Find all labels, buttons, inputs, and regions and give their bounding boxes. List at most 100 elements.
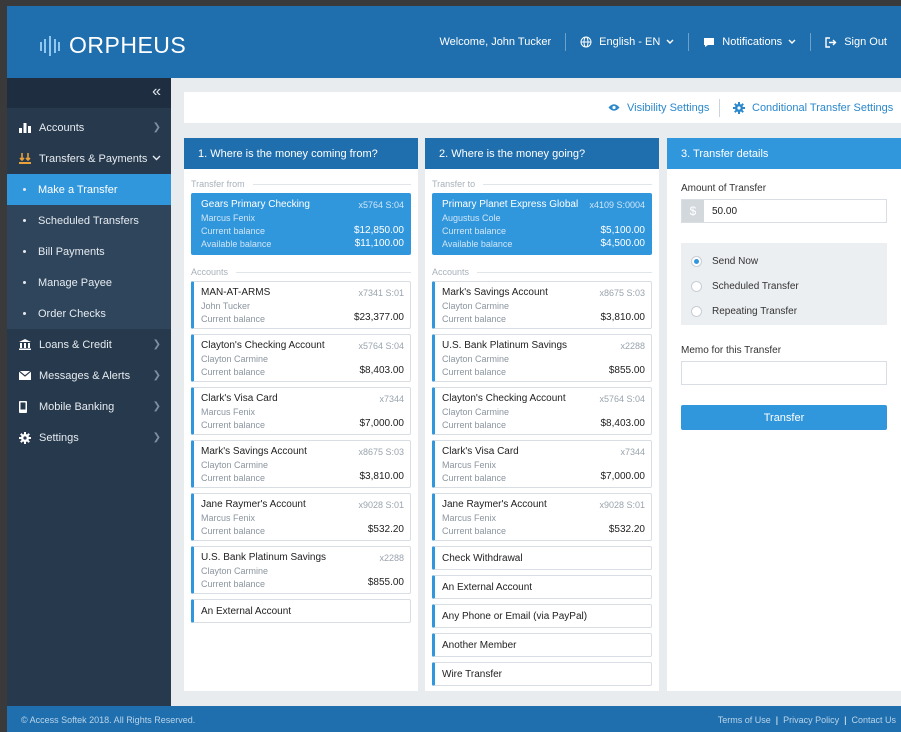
- bullet: [23, 219, 26, 222]
- option-label: Wire Transfer: [442, 668, 503, 680]
- external-account-option[interactable]: An External Account: [191, 599, 411, 623]
- sidebar-subitem-make-transfer[interactable]: Make a Transfer: [7, 174, 171, 205]
- radio-label: Repeating Transfer: [712, 306, 798, 317]
- account-card[interactable]: MAN-AT-ARMS x7341 S:01 John Tucker Current …: [191, 281, 411, 329]
- account-card[interactable]: Clark's Visa Card x7344 Marcus Fenix Curren…: [432, 440, 652, 488]
- chat-bubble-icon: [704, 37, 715, 47]
- subitem-label: Order Checks: [38, 307, 106, 320]
- account-card[interactable]: U.S. Bank Platinum Savings x2288 Clayton C…: [191, 546, 411, 594]
- bullet: [23, 250, 26, 253]
- radio-scheduled-transfer[interactable]: Scheduled Transfer: [691, 274, 877, 299]
- radio-repeating-transfer[interactable]: Repeating Transfer: [691, 299, 877, 324]
- account-name: Clark's Visa Card: [201, 393, 278, 404]
- sidebar-item-transfers-payments[interactable]: Transfers & Payments: [7, 143, 171, 174]
- chevron-right-icon: ❯: [152, 339, 161, 350]
- conditional-transfer-label: Conditional Transfer Settings: [752, 101, 894, 114]
- destination-option[interactable]: Any Phone or Email (via PayPal): [432, 604, 652, 628]
- account-card[interactable]: Clark's Visa Card x7344 Marcus Fenix Curren…: [191, 387, 411, 435]
- brand-logo[interactable]: ORPHEUS: [39, 32, 186, 59]
- sidebar-item-accounts[interactable]: Accounts ❯: [7, 112, 171, 143]
- globe-icon: [580, 36, 592, 48]
- sidebar-item-mobile-banking[interactable]: Mobile Banking ❯: [7, 391, 171, 422]
- option-label: Another Member: [442, 639, 517, 651]
- bar-chart-icon: [19, 122, 33, 133]
- sidebar-collapse-button[interactable]: «: [7, 78, 171, 108]
- terms-link[interactable]: Terms of Use: [713, 715, 776, 725]
- account-card[interactable]: Clayton's Checking Account x5764 S:04 Clay…: [191, 334, 411, 382]
- bullet: [23, 188, 26, 191]
- conditional-transfer-settings-link[interactable]: Conditional Transfer Settings: [733, 92, 893, 123]
- account-card[interactable]: Clayton's Checking Account x5764 S:04 Clay…: [432, 387, 652, 435]
- divider: [236, 271, 411, 273]
- header-nav: Welcome, John Tucker English - EN Notifi…: [425, 6, 901, 78]
- selected-to-account[interactable]: Primary Planet Express Global x4109 S:00…: [432, 193, 652, 255]
- radio-button-checked[interactable]: [691, 256, 702, 267]
- sidebar-subitem-order-checks[interactable]: Order Checks: [7, 298, 171, 329]
- current-balance: $855.00: [367, 577, 404, 588]
- option-label: Check Withdrawal: [442, 552, 523, 564]
- destination-option[interactable]: Another Member: [432, 633, 652, 657]
- language-selector[interactable]: English - EN: [566, 36, 688, 48]
- contact-link[interactable]: Contact Us: [846, 715, 901, 725]
- sidebar-item-messages-alerts[interactable]: Messages & Alerts ❯: [7, 360, 171, 391]
- account-owner: Marcus Fenix: [201, 213, 256, 223]
- app-frame: ORPHEUS Welcome, John Tucker English - E…: [7, 6, 901, 732]
- sidebar-subitem-scheduled-transfers[interactable]: Scheduled Transfers: [7, 205, 171, 236]
- gear-icon: [19, 431, 33, 444]
- sidebar-subitem-manage-payee[interactable]: Manage Payee: [7, 267, 171, 298]
- copyright-text: © Access Softek 2018. All Rights Reserve…: [21, 715, 196, 725]
- chevron-down-icon: [666, 39, 674, 44]
- selected-from-account[interactable]: Gears Primary Checking x5764 S:04 Marcus…: [191, 193, 411, 255]
- envelope-icon: [19, 371, 33, 380]
- account-card[interactable]: Jane Raymer's Account x9028 S:01 Marcus Fe…: [191, 493, 411, 541]
- gear-icon: [733, 101, 745, 114]
- radio-button[interactable]: [691, 306, 702, 317]
- account-number: x9028 S:01: [358, 500, 404, 510]
- divider: [483, 183, 652, 185]
- chevron-down-icon: [152, 153, 161, 164]
- current-balance: $8,403.00: [359, 365, 405, 376]
- account-number: x7344: [379, 394, 404, 404]
- section-label: Accounts: [191, 267, 229, 277]
- sidebar-nav: Accounts ❯ Transfers & Payments Make a T…: [7, 112, 171, 453]
- current-balance: $532.20: [608, 524, 645, 535]
- account-number: x4109 S:0004: [589, 200, 645, 210]
- amount-input[interactable]: $ 50.00: [681, 199, 887, 223]
- current-balance: $7,000.00: [359, 418, 405, 429]
- privacy-link[interactable]: Privacy Policy: [778, 715, 844, 725]
- language-label: English - EN: [599, 36, 661, 48]
- radio-send-now[interactable]: Send Now: [691, 249, 877, 274]
- subitem-label: Bill Payments: [38, 245, 105, 258]
- memo-input[interactable]: [681, 361, 887, 385]
- sign-out-link[interactable]: Sign Out: [811, 36, 901, 48]
- notifications-menu[interactable]: Notifications: [689, 36, 810, 48]
- account-card[interactable]: U.S. Bank Platinum Savings x2288 Clayton C…: [432, 334, 652, 382]
- brand-name: ORPHEUS: [69, 32, 187, 58]
- destination-option[interactable]: Wire Transfer: [432, 662, 652, 686]
- account-owner: Augustus Cole: [442, 213, 501, 223]
- destination-option[interactable]: Check Withdrawal: [432, 546, 652, 570]
- available-balance: $4,500.00: [600, 238, 646, 249]
- account-number: x7341 S:01: [358, 288, 404, 298]
- account-number: x2288: [620, 341, 645, 351]
- divider: [252, 183, 411, 185]
- sidebar-item-settings[interactable]: Settings ❯: [7, 422, 171, 453]
- sidebar-item-loans-credit[interactable]: Loans & Credit ❯: [7, 329, 171, 360]
- sidebar-item-label: Accounts: [39, 121, 85, 134]
- visibility-settings-link[interactable]: Visibility Settings: [608, 92, 709, 123]
- account-card[interactable]: Mark's Savings Account x8675 S:03 Clayton …: [432, 281, 652, 329]
- sidebar-item-label: Transfers & Payments: [39, 152, 148, 165]
- destination-option[interactable]: An External Account: [432, 575, 652, 599]
- sidebar-item-label: Loans & Credit: [39, 338, 112, 351]
- transfer-button[interactable]: Transfer: [681, 405, 887, 430]
- sidebar: « Accounts ❯ Transfers & Payments Make a…: [7, 78, 171, 706]
- radio-label: Scheduled Transfer: [712, 281, 799, 292]
- current-balance: $532.20: [367, 524, 404, 535]
- sidebar-subitem-bill-payments[interactable]: Bill Payments: [7, 236, 171, 267]
- memo-label: Memo for this Transfer: [681, 345, 782, 356]
- from-column-header: 1. Where is the money coming from?: [184, 138, 418, 169]
- current-balance: $23,377.00: [353, 312, 404, 323]
- account-card[interactable]: Jane Raymer's Account x9028 S:01 Marcus Fe…: [432, 493, 652, 541]
- account-card[interactable]: Mark's Savings Account x8675 S:03 Clayton …: [191, 440, 411, 488]
- radio-button[interactable]: [691, 281, 702, 292]
